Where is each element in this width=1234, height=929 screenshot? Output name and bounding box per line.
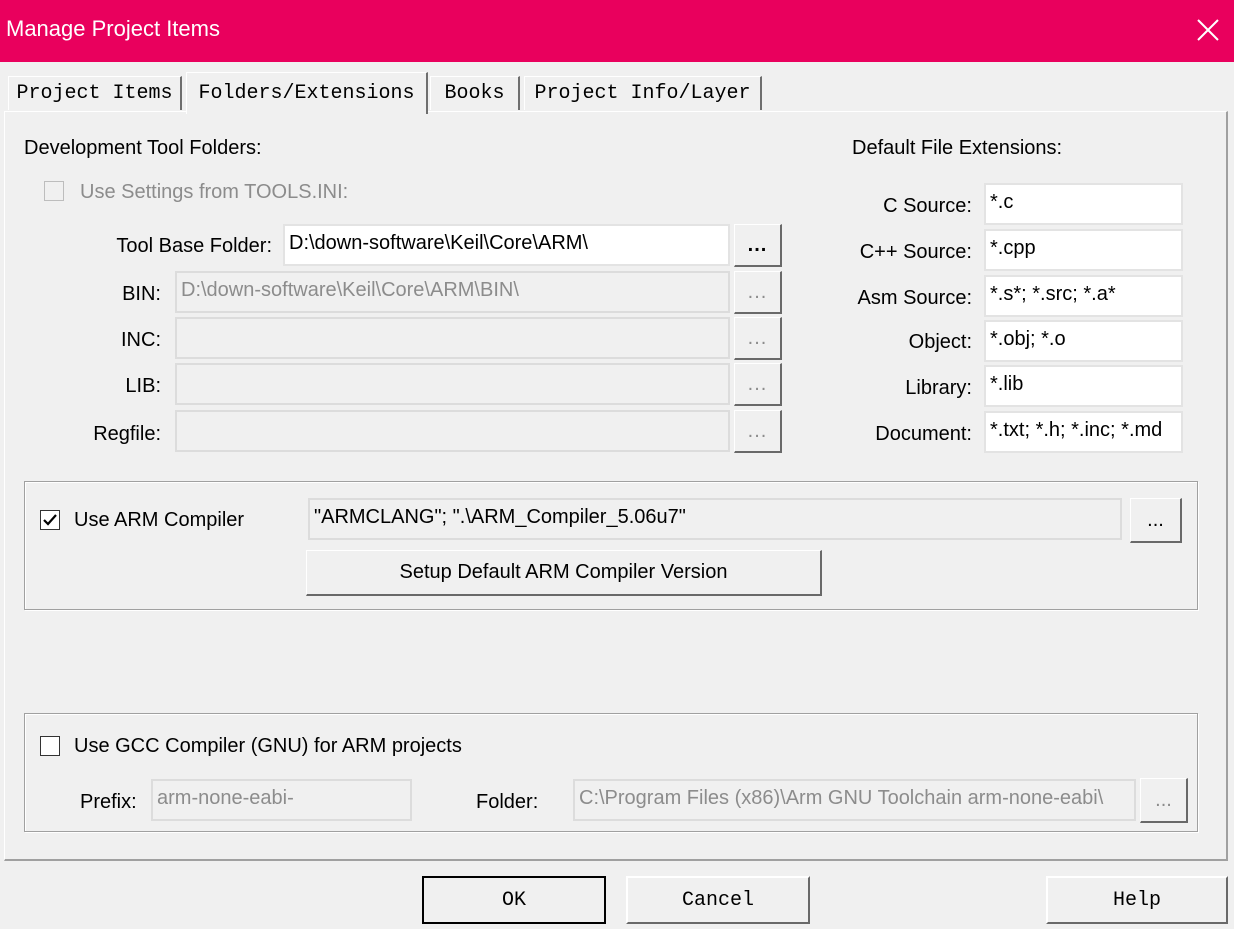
use-gcc-compiler-checkbox[interactable] — [40, 736, 60, 756]
dev-tools-heading: Development Tool Folders: — [24, 137, 262, 159]
bin-label: BIN: — [122, 283, 161, 305]
tab-books[interactable]: Books — [430, 76, 520, 110]
bin-field[interactable]: D:\down-software\Keil\Core\ARM\BIN\ — [175, 271, 730, 313]
use-arm-compiler-label: Use ARM Compiler — [74, 509, 245, 531]
library-label: Library: — [905, 377, 972, 399]
use-tools-ini-checkbox[interactable] — [44, 181, 64, 201]
lib-label: LIB: — [125, 375, 161, 397]
setup-default-arm-compiler-button[interactable]: Setup Default ARM Compiler Version — [306, 550, 822, 596]
cpp-source-label: C++ Source: — [859, 241, 972, 263]
library-field[interactable]: *.lib — [984, 365, 1183, 407]
object-label: Object: — [908, 331, 972, 353]
lib-browse-button[interactable]: ... — [734, 363, 782, 406]
c-source-label: C Source: — [883, 195, 972, 217]
regfile-label: Regfile: — [93, 423, 161, 445]
use-arm-compiler-checkbox[interactable] — [40, 510, 60, 530]
help-button[interactable]: Help — [1046, 876, 1228, 924]
regfile-browse-button[interactable]: ... — [734, 410, 782, 453]
asm-source-label: Asm Source: — [857, 287, 972, 309]
tool-base-folder-browse-button[interactable]: ... — [734, 224, 782, 267]
inc-label: INC: — [121, 329, 161, 351]
folder-label: Folder: — [476, 791, 539, 813]
gcc-folder-field[interactable]: C:\Program Files (x86)\Arm GNU Toolchain… — [573, 779, 1136, 821]
arm-compiler-field[interactable]: "ARMCLANG"; ".\ARM_Compiler_5.06u7" — [308, 498, 1122, 540]
ok-button[interactable]: OK — [422, 876, 606, 924]
close-button[interactable] — [1188, 10, 1228, 50]
close-icon — [1197, 19, 1219, 41]
bin-browse-button[interactable]: ... — [734, 271, 782, 314]
document-label: Document: — [875, 423, 972, 445]
asm-source-field[interactable]: *.s*; *.src; *.a* — [984, 275, 1183, 317]
tab-project-info-layer[interactable]: Project Info/Layer — [524, 76, 762, 110]
object-field[interactable]: *.obj; *.o — [984, 320, 1183, 362]
use-gcc-compiler-label: Use GCC Compiler (GNU) for ARM projects — [74, 735, 462, 757]
window-title: Manage Project Items — [6, 16, 220, 41]
tool-base-folder-label: Tool Base Folder: — [116, 235, 272, 257]
extensions-heading: Default File Extensions: — [852, 137, 1063, 159]
tool-base-folder-field[interactable]: D:\down-software\Keil\Core\ARM\ — [283, 224, 730, 266]
prefix-label: Prefix: — [80, 791, 137, 813]
use-tools-ini-label: Use Settings from TOOLS.INI: — [80, 181, 349, 203]
inc-field[interactable] — [175, 317, 730, 359]
gcc-folder-browse-button[interactable]: ... — [1140, 778, 1188, 823]
arm-compiler-browse-button[interactable]: ... — [1130, 498, 1182, 543]
cpp-source-field[interactable]: *.cpp — [984, 229, 1183, 271]
c-source-field[interactable]: *.c — [984, 183, 1183, 225]
lib-field[interactable] — [175, 363, 730, 405]
checkmark-icon — [43, 514, 57, 526]
prefix-field[interactable]: arm-none-eabi- — [151, 779, 412, 821]
regfile-field[interactable] — [175, 410, 730, 452]
inc-browse-button[interactable]: ... — [734, 317, 782, 360]
tab-folders-extensions[interactable]: Folders/Extensions — [186, 72, 428, 114]
cancel-button[interactable]: Cancel — [626, 876, 810, 924]
document-field[interactable]: *.txt; *.h; *.inc; *.md — [984, 411, 1183, 453]
tab-project-items[interactable]: Project Items — [8, 76, 182, 110]
